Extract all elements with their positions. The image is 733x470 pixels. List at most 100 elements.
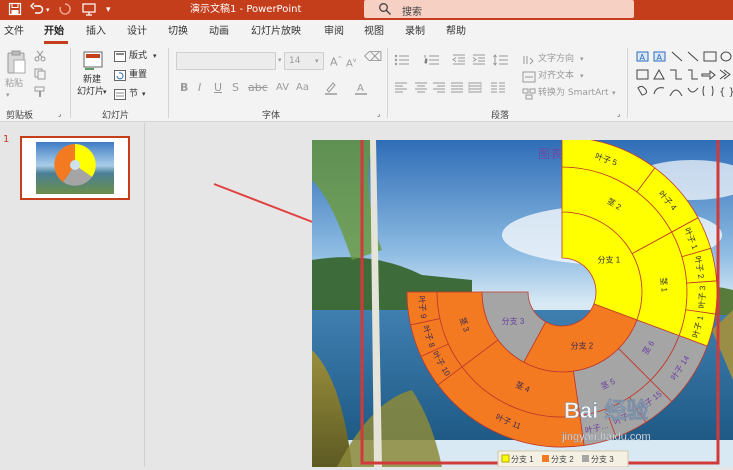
slide-thumbnail[interactable] bbox=[20, 136, 130, 200]
decrease-indent-icon[interactable] bbox=[452, 54, 466, 69]
clear-formatting-icon[interactable]: ⌫ bbox=[364, 51, 382, 64]
font-name-box[interactable] bbox=[176, 52, 276, 70]
distributed-icon[interactable] bbox=[468, 82, 482, 97]
tab-slideshow[interactable]: 幻灯片放映 bbox=[251, 26, 301, 38]
tab-help[interactable]: 帮助 bbox=[446, 26, 466, 38]
smartart-dropdown-icon[interactable]: ▾ bbox=[612, 88, 616, 99]
divider bbox=[168, 48, 169, 118]
bullets-icon[interactable] bbox=[394, 54, 410, 69]
align-text-button[interactable]: 对齐文本 bbox=[538, 71, 574, 82]
undo-dropdown-icon[interactable]: ▾ bbox=[46, 2, 50, 18]
layout-dropdown-icon[interactable]: ▾ bbox=[153, 51, 157, 62]
tab-review[interactable]: 审阅 bbox=[324, 26, 344, 38]
legend-swatch bbox=[542, 455, 549, 462]
font-size-box[interactable]: 14 ▾ bbox=[284, 52, 324, 70]
divider bbox=[387, 48, 388, 118]
increase-font-icon[interactable]: A^ bbox=[330, 54, 343, 68]
tab-file[interactable]: 文件 bbox=[4, 26, 24, 38]
new-slide-icon[interactable] bbox=[82, 49, 104, 74]
ribbon-tabs: 文件 开始 插入 设计 切换 动画 幻灯片放映 审阅 视图 录制 帮助 bbox=[0, 20, 733, 44]
clipboard-launcher-icon[interactable]: ⌟ bbox=[58, 109, 61, 120]
increase-indent-icon[interactable] bbox=[472, 54, 486, 69]
legend-swatch bbox=[501, 454, 510, 463]
cut-icon[interactable] bbox=[34, 50, 46, 65]
legend-item-1: 分支 1 bbox=[511, 454, 534, 464]
presentation-icon[interactable] bbox=[82, 2, 96, 20]
smartart-button[interactable]: 转换为 SmartArt bbox=[538, 88, 608, 99]
numbering-icon[interactable] bbox=[424, 54, 440, 69]
section-icon[interactable] bbox=[114, 89, 126, 103]
layout-icon[interactable] bbox=[114, 51, 126, 65]
paragraph-launcher-icon[interactable]: ⌟ bbox=[617, 109, 620, 120]
text-direction-button[interactable]: 文字方向 bbox=[538, 54, 574, 65]
font-launcher-icon[interactable]: ⌟ bbox=[377, 109, 380, 120]
format-painter-icon[interactable] bbox=[34, 86, 46, 101]
font-color-icon[interactable]: A bbox=[354, 81, 368, 98]
reset-button[interactable]: 重置 bbox=[129, 70, 147, 81]
new-slide-label-1[interactable]: 新建 bbox=[83, 75, 101, 86]
font-name-dropdown-icon[interactable]: ▾ bbox=[278, 55, 282, 66]
search-input[interactable]: 搜索 bbox=[402, 3, 422, 18]
text-direction-icon[interactable] bbox=[522, 54, 536, 69]
decrease-font-icon[interactable]: Av bbox=[346, 55, 356, 69]
redo-icon[interactable] bbox=[58, 2, 72, 20]
shapes-gallery[interactable]: A A { } bbox=[636, 50, 733, 104]
search-icon bbox=[378, 2, 392, 16]
tab-design[interactable]: 设计 bbox=[127, 26, 147, 38]
highlight-color-icon[interactable] bbox=[324, 81, 338, 98]
smartart-icon[interactable] bbox=[522, 88, 536, 103]
new-slide-label-2[interactable]: 幻灯片 bbox=[77, 87, 104, 98]
tab-animations[interactable]: 动画 bbox=[209, 26, 229, 38]
svg-text:A: A bbox=[640, 53, 646, 62]
align-left-icon[interactable] bbox=[394, 82, 408, 97]
copy-icon[interactable] bbox=[34, 68, 46, 83]
italic-icon[interactable]: I bbox=[198, 82, 201, 93]
section-dropdown-icon[interactable]: ▾ bbox=[142, 89, 146, 100]
slide-thumbnail-pane: 1 bbox=[0, 123, 145, 467]
text-shadow-icon[interactable]: S bbox=[232, 82, 239, 93]
text-direction-dropdown-icon[interactable]: ▾ bbox=[580, 54, 584, 65]
font-size-value[interactable]: 14 bbox=[289, 56, 300, 67]
font-size-dropdown-icon[interactable]: ▾ bbox=[315, 56, 319, 67]
slide-number: 1 bbox=[3, 134, 10, 145]
tab-home[interactable]: 开始 bbox=[44, 26, 64, 38]
slide-thumbnail-preview bbox=[36, 142, 114, 194]
new-slide-dropdown-icon[interactable]: ▾ bbox=[103, 87, 107, 98]
tab-insert[interactable]: 插入 bbox=[86, 26, 106, 38]
tab-view[interactable]: 视图 bbox=[364, 26, 384, 38]
align-center-icon[interactable] bbox=[414, 82, 428, 97]
font-group-label: 字体 bbox=[262, 111, 281, 121]
bold-icon[interactable]: B bbox=[180, 82, 188, 93]
slides-group-label: 幻灯片 bbox=[102, 111, 130, 121]
align-text-dropdown-icon[interactable]: ▾ bbox=[580, 71, 584, 82]
character-spacing-icon[interactable]: AV bbox=[276, 82, 289, 93]
tab-transitions[interactable]: 切换 bbox=[168, 26, 188, 38]
paragraph-group-label: 段落 bbox=[491, 111, 510, 121]
align-text-icon[interactable] bbox=[522, 71, 536, 86]
slide[interactable]: 图表标题 分支 1分支 2分支 3茎 2茎 1茎 6茎 5茎 4茎 3叶子 5叶… bbox=[312, 136, 733, 468]
search-box[interactable]: 搜索 bbox=[364, 0, 634, 18]
customize-toolbar-icon[interactable]: ▾ bbox=[106, 2, 111, 18]
paste-label[interactable]: 粘贴 bbox=[5, 79, 23, 90]
sunburst-leaf-label: 叶子 3 bbox=[698, 285, 708, 309]
change-case-icon[interactable]: Aa bbox=[296, 82, 309, 93]
chart-legend[interactable]: 分支 1 分支 2 分支 3 bbox=[497, 450, 629, 468]
sunburst-branch-label: 分支 3 bbox=[502, 316, 525, 326]
line-spacing-icon[interactable] bbox=[493, 54, 509, 69]
legend-item-2: 分支 2 bbox=[551, 454, 574, 464]
sunburst-branch-label: 分支 1 bbox=[597, 254, 620, 264]
undo-icon[interactable] bbox=[30, 2, 44, 20]
underline-icon[interactable]: U bbox=[214, 82, 222, 93]
strikethrough-icon[interactable]: abc bbox=[248, 82, 268, 93]
paste-icon[interactable] bbox=[5, 50, 27, 79]
columns-icon[interactable] bbox=[490, 82, 506, 97]
section-button[interactable]: 节 bbox=[129, 89, 138, 100]
justify-icon[interactable] bbox=[450, 82, 464, 97]
clipboard-group-label: 剪贴板 bbox=[6, 111, 34, 121]
align-right-icon[interactable] bbox=[432, 82, 446, 97]
tab-record[interactable]: 录制 bbox=[405, 26, 425, 38]
layout-button[interactable]: 版式 bbox=[129, 51, 147, 62]
reset-icon[interactable] bbox=[114, 70, 126, 84]
save-icon[interactable] bbox=[8, 2, 22, 20]
paste-dropdown-icon[interactable]: ▾ bbox=[6, 90, 10, 101]
